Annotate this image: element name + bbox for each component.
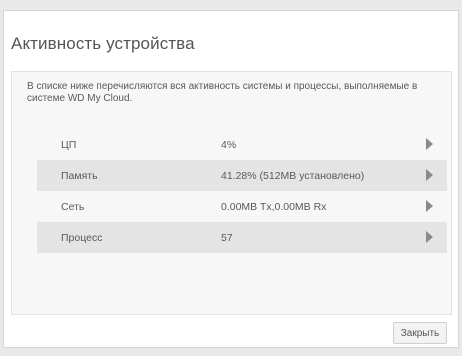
close-button[interactable]: Закрыть [393,322,447,344]
activity-row-process[interactable]: Процесс 57 [37,222,447,253]
activity-table: ЦП 4% Память 41.28% (512MB установлено) … [37,129,447,253]
activity-row-network[interactable]: Сеть 0.00MB Tx,0.00MB Rx [37,191,447,222]
row-value: 57 [221,232,233,244]
row-value: 4% [221,139,237,151]
chevron-right-icon[interactable] [426,169,433,181]
row-value: 41.28% (512MB установлено) [221,170,365,182]
chevron-right-icon[interactable] [426,231,433,243]
row-label: Процесс [61,232,103,244]
row-label: Сеть [61,201,85,213]
activity-row-memory[interactable]: Память 41.28% (512MB установлено) [37,160,447,191]
dialog-description: В списке ниже перечисляются вся активнос… [27,81,418,104]
dialog-title: Активность устройства [11,34,195,53]
chevron-right-icon[interactable] [426,138,433,150]
activity-row-cpu[interactable]: ЦП 4% [37,129,447,160]
row-label: Память [61,170,98,182]
row-value: 0.00MB Tx,0.00MB Rx [221,201,327,213]
row-label: ЦП [61,139,77,151]
chevron-right-icon[interactable] [426,200,433,212]
